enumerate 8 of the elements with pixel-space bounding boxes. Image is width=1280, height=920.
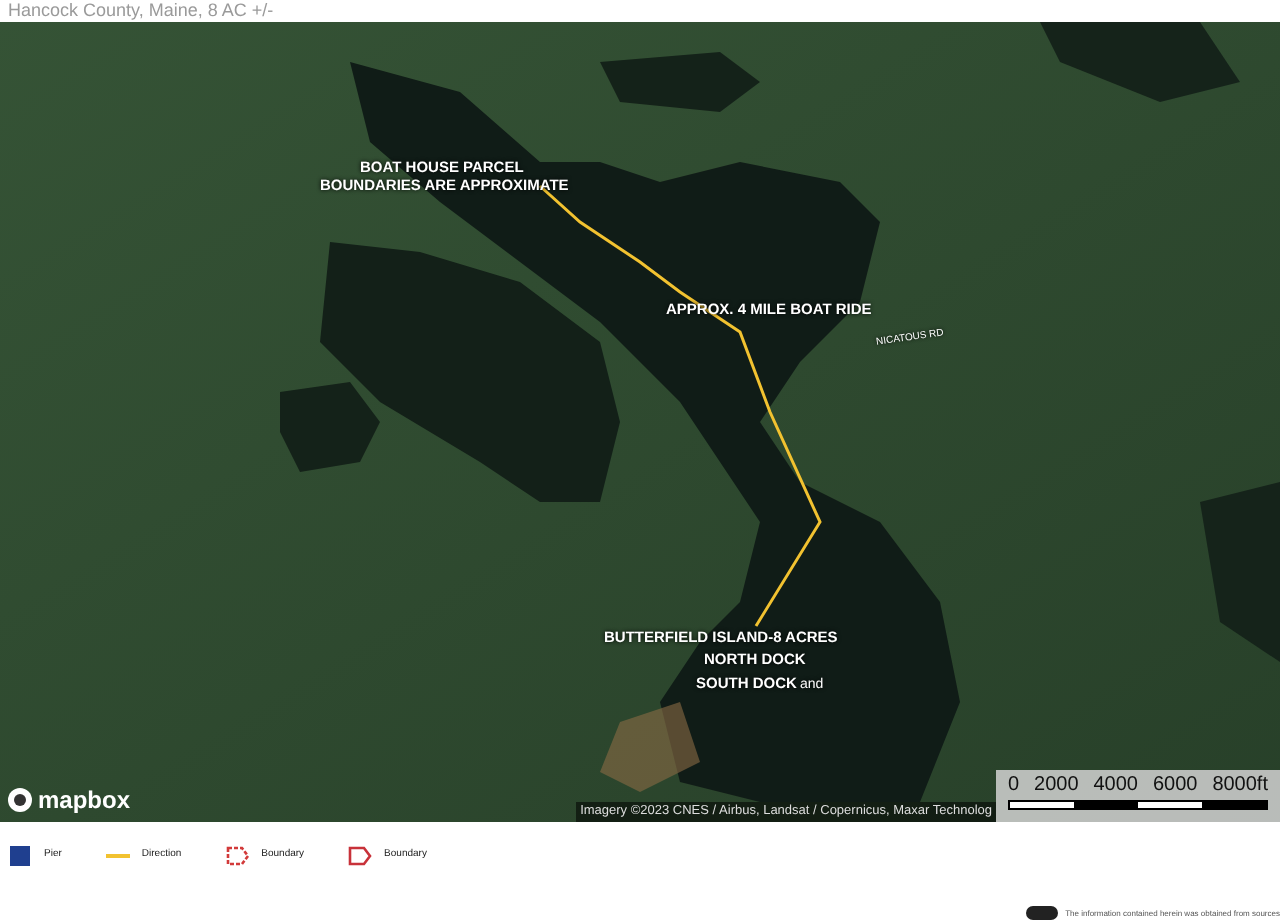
scale-label: 8000ft [1212,776,1268,796]
scale-label: 2000 [1034,776,1079,796]
map-logo: mapbox [6,782,131,818]
scale-label: 0 [1008,776,1020,796]
logo-icon [6,786,34,814]
scale-label: 6000 [1152,776,1198,796]
scale-label: 4000 [1093,776,1138,796]
listing-subtitle: Hancock County, Maine, 8 AC +/- [6,0,276,22]
